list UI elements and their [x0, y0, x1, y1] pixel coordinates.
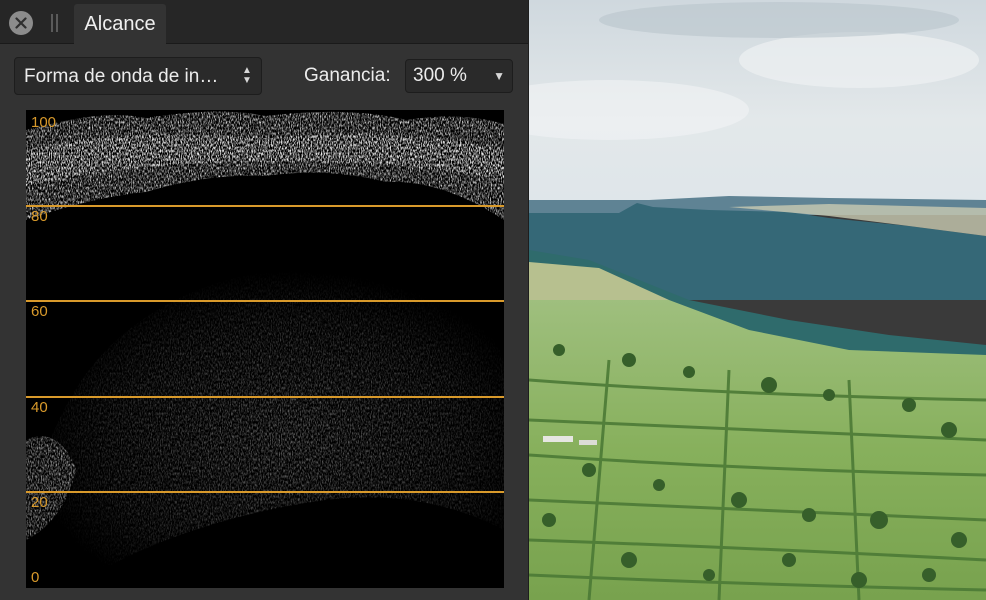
gain-select[interactable]: 300 % ▼: [405, 59, 513, 93]
tick-label-40: 40: [31, 399, 48, 416]
waveform-scope: 100 80 60 40 20 0: [26, 110, 504, 588]
close-icon: [15, 17, 27, 29]
scope-panel: Alcance Forma de onda de in… ▲ ▼ Ganancia…: [0, 0, 529, 600]
scope-mode-value: Forma de onda de in…: [24, 66, 219, 87]
tick-label-20: 20: [31, 494, 48, 511]
guide-line-20: [26, 491, 504, 493]
panel-tab-bar: Alcance: [0, 0, 528, 44]
gain-label: Ganancia:: [304, 65, 391, 86]
waveform-trace: [26, 111, 504, 588]
tick-label-60: 60: [31, 303, 48, 320]
gain-value: 300 %: [413, 65, 467, 86]
guide-line-80: [26, 205, 504, 207]
background-photo: [529, 0, 986, 600]
updown-arrows-icon: ▲ ▼: [242, 65, 252, 86]
close-panel-button[interactable]: [9, 11, 33, 35]
tick-label-80: 80: [31, 208, 48, 225]
grip-icon[interactable]: [51, 14, 59, 32]
tick-label-100: 100: [31, 114, 57, 131]
chevron-down-icon: ▼: [493, 69, 505, 83]
guide-line-60: [26, 300, 504, 302]
tab-alcance[interactable]: Alcance: [74, 4, 166, 44]
tick-label-0: 0: [31, 569, 40, 586]
guide-line-40: [26, 396, 504, 398]
scope-mode-select[interactable]: Forma de onda de in… ▲ ▼: [14, 57, 262, 95]
